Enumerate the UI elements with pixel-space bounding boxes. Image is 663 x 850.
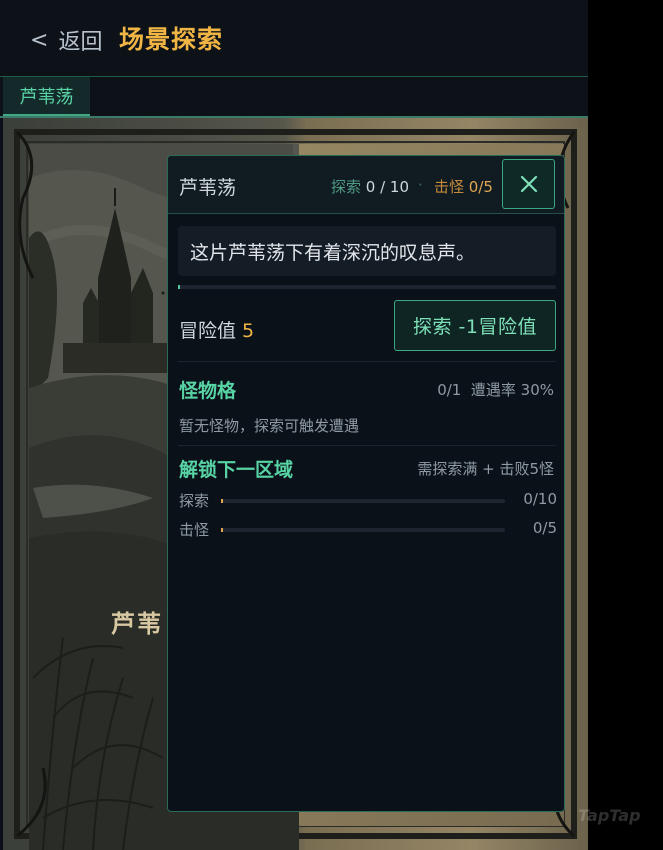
risk-points: 冒险值 5: [179, 316, 254, 343]
section-divider: [178, 445, 556, 446]
taptap-watermark: TapTap: [578, 806, 641, 825]
progress-fill: [221, 499, 223, 503]
section-divider: [178, 361, 556, 362]
explore-stat-value: 0 / 10: [365, 178, 410, 196]
risk-points-value: 5: [242, 320, 255, 342]
kill-stat-value: 0/5: [468, 178, 493, 196]
explore-progress-fill: [178, 285, 180, 289]
back-button[interactable]: < 返回: [30, 22, 102, 58]
panel-header: 芦苇荡 探索 0 / 10 · 击怪 0/5: [168, 156, 564, 214]
chevron-left-icon: <: [30, 27, 49, 53]
explore-stat-label: 探索: [331, 178, 362, 196]
monster-count: 0/1: [437, 381, 462, 399]
close-button[interactable]: [502, 159, 555, 209]
risk-points-label: 冒险值: [179, 320, 237, 342]
progress-value: 0/10: [523, 490, 557, 508]
kill-stat-label: 击怪: [434, 178, 465, 196]
scene-description: 这片芦苇荡下有着深沉的叹息声。: [178, 226, 556, 276]
explore-stat: 探索 0 / 10: [331, 176, 409, 197]
monster-stats: 0/1 遭遇率 30%: [437, 379, 554, 400]
unlock-progress-explore: 探索 0/10: [179, 489, 557, 511]
close-icon: [520, 175, 537, 193]
encounter-rate: 遭遇率 30%: [470, 381, 554, 399]
area-tabs: 芦苇荡: [0, 76, 588, 117]
app-screen: < 返回 场景探索 芦苇荡 芦苇 芦苇荡 探索 0 / 10 · 击怪 0/5 …: [0, 0, 588, 850]
stat-separator: ·: [418, 176, 423, 194]
monster-section-title: 怪物格: [179, 380, 237, 402]
unlock-progress-kills: 击怪 0/5: [179, 518, 557, 540]
explore-progress-bar: [178, 285, 556, 289]
tab-reed-marsh[interactable]: 芦苇荡: [3, 77, 90, 117]
panel-title: 芦苇荡: [179, 177, 237, 199]
progress-value: 0/5: [532, 519, 557, 537]
progress-label: 击怪: [179, 521, 210, 539]
progress-track: [221, 528, 505, 532]
monster-empty-text: 暂无怪物，探索可触发遭遇: [179, 417, 360, 435]
scene-detail-panel: 芦苇荡 探索 0 / 10 · 击怪 0/5 这片芦苇荡下有着深沉的叹息声。 冒…: [167, 155, 565, 812]
unlock-section-title: 解锁下一区域: [179, 459, 294, 481]
scene-map-label: 芦苇: [111, 609, 163, 638]
progress-label: 探索: [179, 492, 210, 510]
kill-stat: 击怪 0/5: [434, 176, 493, 197]
back-label: 返回: [58, 30, 103, 55]
page-title: 场景探索: [119, 25, 224, 54]
unlock-requirement: 需探索满 + 击败5怪: [417, 460, 554, 478]
explore-button[interactable]: 探索 -1冒险值: [394, 300, 556, 351]
progress-fill: [221, 528, 223, 532]
top-bar: < 返回 场景探索: [0, 0, 588, 76]
progress-track: [221, 499, 505, 503]
